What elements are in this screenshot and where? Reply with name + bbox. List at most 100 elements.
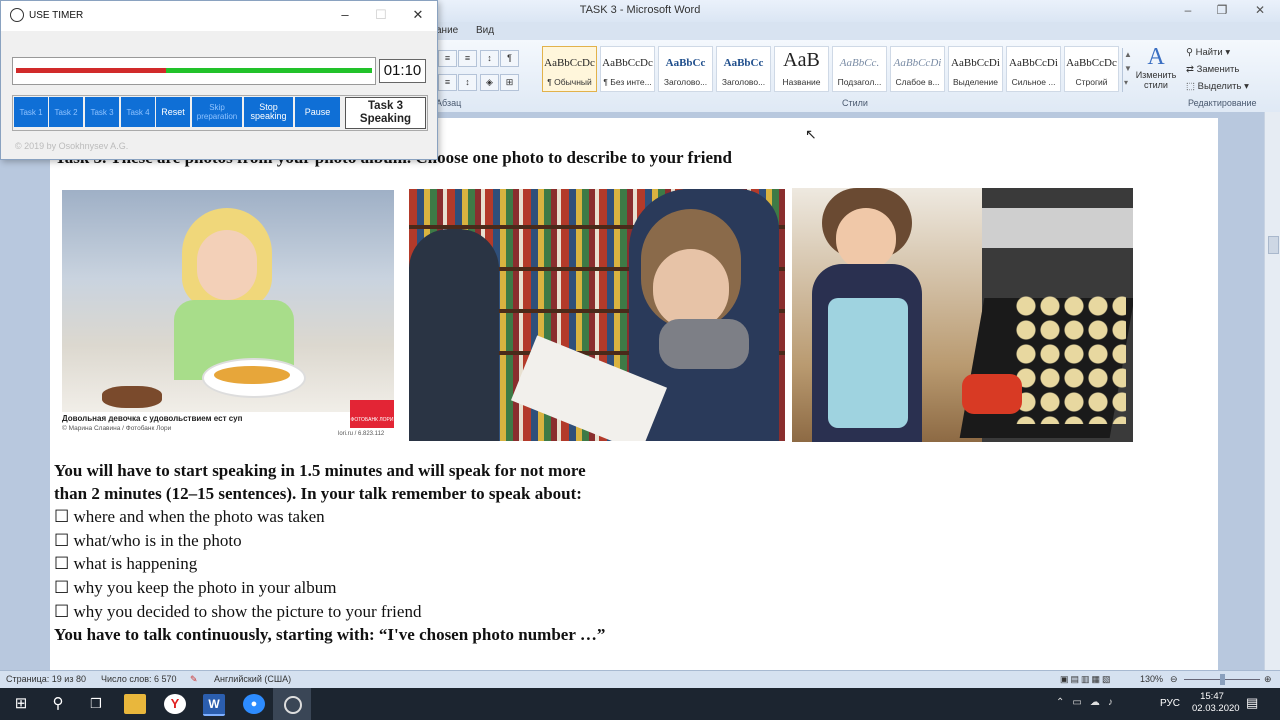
spellcheck-icon[interactable]: ✎ [190,674,198,685]
word-icon[interactable]: W [203,694,225,716]
style-option[interactable]: AaBbCcDi Слабое в... [890,46,945,92]
page-count[interactable]: Страница: 19 из 80 [6,674,86,684]
style-sample: AaBbCcDc [1066,57,1117,69]
tab-view[interactable]: Вид [476,25,494,36]
style-name: Сильное ... [1011,77,1056,87]
find-button[interactable]: ⚲ Найти ▾ [1186,44,1249,61]
style-name: Заголово... [663,77,708,87]
indent-increase-icon[interactable]: ≡ [458,50,477,67]
style-sample: AaBbCc. [839,57,880,69]
task2-button[interactable]: Task 2 [49,97,83,127]
zoom-out-icon[interactable]: ⊖ [1170,674,1178,685]
task3-button[interactable]: Task 3 [85,97,119,127]
pilcrow-icon[interactable]: ¶ [500,50,519,67]
timer-maximize-icon: ☐ [375,7,387,22]
taskbar-clock[interactable]: 15:47 02.03.2020 [1192,691,1240,715]
checkbox-bullet-icon: ☐ [54,602,74,621]
style-sample: AaBbCcDi [951,57,1000,69]
use-timer-window: USE TIMER – ☐ ✕ 01:10 Task 1 Task 2 Task… [0,0,438,160]
clock-time: 15:47 [1200,691,1224,702]
stop-speaking-button[interactable]: Stop speaking [244,97,293,127]
editing-group-label: Редактирование [1188,98,1257,108]
replace-button[interactable]: ⇄ Заменить [1186,61,1249,78]
yandex-browser-icon[interactable]: Y [164,694,186,714]
style-name: Слабое в... [895,77,940,87]
style-name: ¶ Обычный [547,77,592,87]
reset-button[interactable]: Reset [156,97,190,127]
lori-logo: ФОТОБАНК ЛОРИ [350,400,394,428]
style-name: Название [782,77,821,87]
pause-button[interactable]: Pause [295,97,340,127]
language[interactable]: Английский (США) [214,674,291,684]
timer-minimize-icon[interactable]: – [335,7,355,22]
input-language[interactable]: РУС [1160,698,1180,709]
restore-icon[interactable]: ❐ [1212,3,1232,17]
select-button[interactable]: ⬚ Выделить ▾ [1186,78,1249,95]
photo1-credit: © Марина Славина / Фотобанк Лори [62,425,172,432]
change-styles-button[interactable]: A Изменить стили [1132,44,1180,90]
list-item: ☐ why you keep the photo in your album [54,578,337,597]
style-name: Выделение [952,77,999,87]
style-sample: AaBbCcDi [1009,57,1058,69]
word-count[interactable]: Число слов: 6 570 [101,674,177,684]
styles-scroll-icon[interactable]: ▲ ▼ ▾ [1122,48,1132,92]
style-option[interactable]: AaBbCc. Подзагол... [832,46,887,92]
timer-copyright: © 2019 by Osokhnysev A.G. [15,141,129,151]
zoom-slider-thumb[interactable] [1220,674,1225,685]
style-option[interactable]: AaBbCc Заголово... [658,46,713,92]
style-option[interactable]: AaBbCcDc Строгий [1064,46,1119,92]
timer-app-icon [10,8,24,22]
style-option[interactable]: AaBbCc Заголово... [716,46,771,92]
close-icon[interactable]: ✕ [1250,3,1270,17]
style-name: Заголово... [721,77,766,87]
style-option[interactable]: AaBbCcDc ¶ Обычный [542,46,597,92]
shading-icon[interactable]: ◈ [480,74,499,91]
indent-decrease-icon[interactable]: ≡ [438,50,457,67]
scrollbar-thumb[interactable] [1268,236,1279,254]
sort-icon[interactable]: ↕ [480,50,499,67]
borders-icon[interactable]: ⊞ [500,74,519,91]
minimize-icon[interactable]: – [1178,3,1198,17]
search-icon[interactable]: ⚲ [47,694,69,714]
timer-title: USE TIMER [29,10,84,21]
notifications-icon[interactable]: ▤ [1246,695,1258,711]
checkbox-bullet-icon: ☐ [54,578,74,597]
list-item: ☐ what is happening [54,554,198,573]
view-buttons-icon[interactable]: ▣▤▥▦▧ [1060,674,1113,685]
change-styles-label: Изменить стили [1135,70,1177,90]
task1-button[interactable]: Task 1 [14,97,48,127]
list-item: ☐ where and when the photo was taken [54,507,325,526]
checkbox-bullet-icon: ☐ [54,554,74,573]
justify-icon[interactable]: ≡ [438,74,457,91]
timer-close-icon[interactable]: ✕ [408,7,428,23]
task-view-icon[interactable]: ❒ [85,694,107,714]
zoom-in-icon[interactable]: ⊕ [1264,674,1272,685]
skip-preparation-button[interactable]: Skip preparation [192,97,242,127]
zoom-level[interactable]: 130% [1140,674,1163,684]
style-sample: AaBbCcDi [893,57,942,69]
timer-taskbar-button[interactable] [273,688,311,720]
intro-line-1: You will have to start speaking in 1.5 m… [54,461,586,480]
remaining-progress [166,68,372,73]
windows-start-icon[interactable]: ⊞ [10,694,32,714]
vertical-scrollbar[interactable] [1264,112,1280,670]
style-option[interactable]: AaBbCcDc ¶ Без инте... [600,46,655,92]
style-option[interactable]: AaB Название [774,46,829,92]
mouse-pointer-icon: ↖ [805,126,817,142]
ribbon: ≡ ≡ ↕ ¶ ≡ ↕ ◈ ⊞ Абзац AaBbCcDc ¶ Обычный A… [436,40,1280,113]
photo1-id: lori.ru / 6.823.112 [338,431,385,437]
task4-button[interactable]: Task 4 [121,97,155,127]
checkbox-bullet-icon: ☐ [54,531,74,550]
file-explorer-icon[interactable] [124,694,146,714]
line-spacing-icon[interactable]: ↕ [458,74,477,91]
zoom-app-icon[interactable]: ● [243,694,265,714]
taskbar: ⊞ ⚲ ❒ Y W ● ⌃▭☁♪ РУС 15:47 02.03.2020 ▤ [0,688,1280,720]
timer-clock: 01:10 [379,59,426,83]
style-option[interactable]: AaBbCcDi Выделение [948,46,1003,92]
photo-woman-books [409,189,785,441]
change-styles-icon: A [1147,44,1165,70]
elapsed-progress [16,68,166,73]
system-tray-icons[interactable]: ⌃▭☁♪ [1056,697,1121,708]
tab-review[interactable]: ание [436,25,458,36]
style-option[interactable]: AaBbCcDi Сильное ... [1006,46,1061,92]
